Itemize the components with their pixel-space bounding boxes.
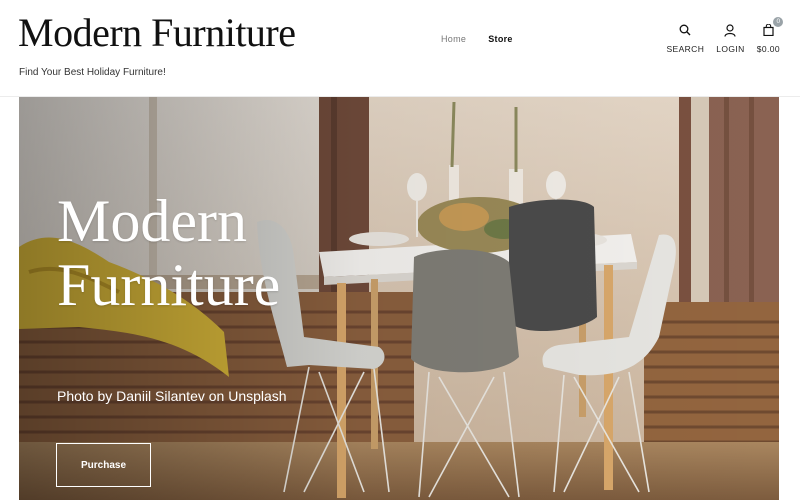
site-title[interactable]: Modern Furniture [18,10,296,56]
purchase-button[interactable]: Purchase [56,443,151,487]
hero-banner: Modern Furniture Photo by Daniil Silante… [19,97,779,500]
cart-button[interactable]: 0 $0.00 [756,17,784,54]
login-button[interactable]: LOGIN [716,22,744,54]
site-header: Modern Furniture Find Your Best Holiday … [0,0,800,97]
search-label: SEARCH [666,44,705,54]
header-tools: SEARCH LOGIN 0 $0.00 [666,17,784,54]
site-tagline: Find Your Best Holiday Furniture! [19,67,166,78]
login-label: LOGIN [716,44,745,54]
search-button[interactable]: SEARCH [666,22,704,54]
shopping-bag-icon: 0 [760,17,784,38]
search-icon [677,22,693,38]
cart-count-badge: 0 [773,17,784,27]
cart-total: $0.00 [756,44,780,54]
hero-photo-credit: Photo by Daniil Silantev on Unsplash [57,388,287,404]
main-nav: Home Store [441,34,513,44]
hero-title: Modern Furniture [57,188,281,318]
user-icon [722,22,738,38]
nav-item-home[interactable]: Home [441,34,466,44]
nav-item-store[interactable]: Store [488,34,513,44]
